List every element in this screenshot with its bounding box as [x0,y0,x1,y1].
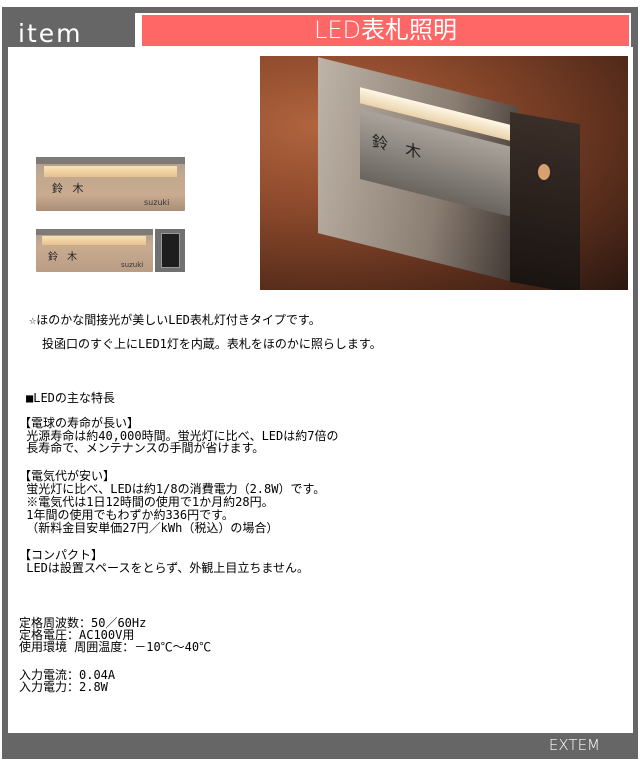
features-heading: ■LEDの主な特長 [26,391,115,405]
nameplate-roman: suzuki [144,198,170,207]
product-thumbnail-1: 鈴 木 suzuki [36,157,185,211]
feature-line: 蛍光灯に比べ、LEDは約1/8の消費電力（2.8W）です。 [19,482,326,496]
feature-line: LEDは設置スペースをとらず、外観上目立ちません。 [19,561,310,575]
product-photo: 鈴 木 [260,56,628,290]
nameplate-roman: suzuki [121,261,144,269]
brand-logo: EXTEM [548,736,600,754]
section-label: item [18,19,83,48]
led-glow [42,236,146,245]
intro-line-2: 投函口のすぐ上にLED1灯を内蔵。表札をほのかに照らします。 [42,337,382,351]
nameplate-kanji: 鈴 木 [52,182,87,195]
intro-line-1: ☆ほのかな間接光が美しいLED表札灯付きタイプです。 [29,313,321,327]
intercom-unit [155,229,185,272]
photo-intercom [510,111,580,290]
feature-line: （新料金目安単価27円／kWh（税込）の場合） [19,521,279,535]
feature-title-compact: 【コンパクト】 [19,548,104,562]
page-title: LED表札照明 [142,15,629,46]
product-thumbnail-2: 鈴 木 suzuki [36,229,153,272]
product-lid [36,157,185,164]
nameplate-kanji: 鈴 木 [48,252,81,263]
spec-power: 入力電力：2.8W [19,680,108,694]
footer-bar: EXTEM [2,733,638,759]
led-glow [44,166,177,177]
spec-temperature: 使用環境 周囲温度：－10℃～40℃ [19,640,212,654]
feature-title-lifespan: 【電球の寿命が長い】 [19,416,140,430]
camera-icon [538,164,550,180]
feature-line: 1年間の使用でもわずか約336円です。 [19,508,234,522]
feature-line: 長寿命で、メンテナンスの手間が省けます。 [19,441,265,455]
product-lid [36,229,153,235]
feature-title-cost: 【電気代が安い】 [19,469,116,483]
feature-line: ※電気代は1日12時間の使用で1か月約28円。 [19,495,274,509]
header-top-strip [135,7,638,13]
intercom-panel [161,233,180,268]
